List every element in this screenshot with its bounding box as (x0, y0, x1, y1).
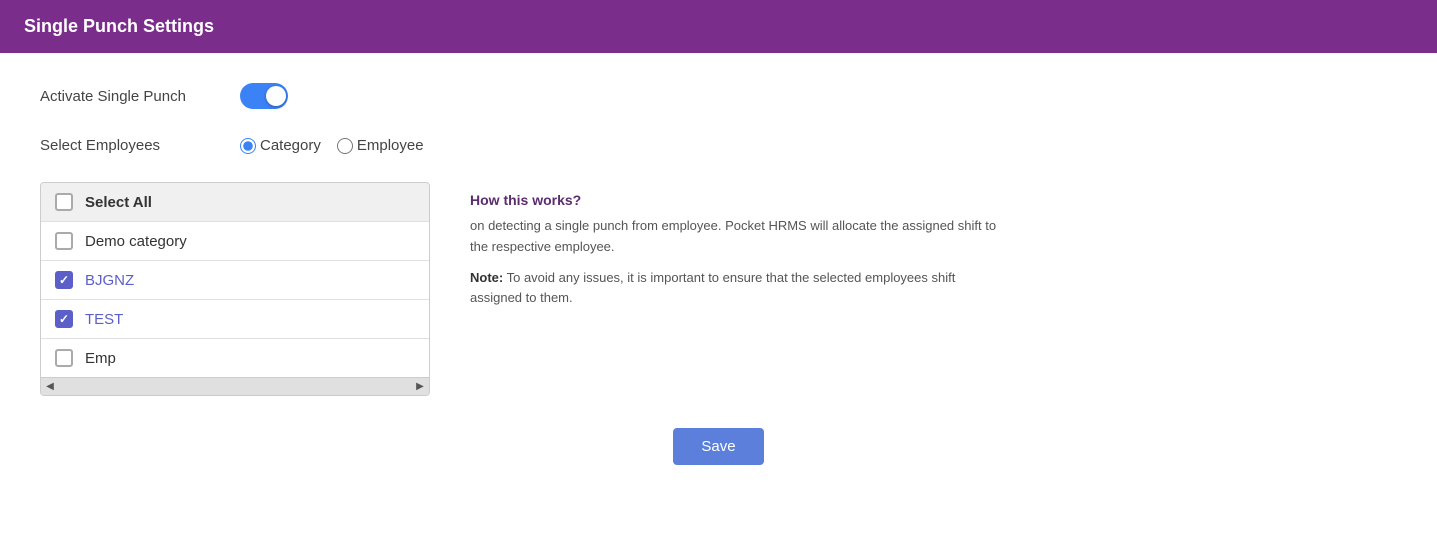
info-panel-note: Note: To avoid any issues, it is importa… (470, 268, 1010, 310)
list-item-bjgnz[interactable]: BJGNZ (41, 261, 429, 300)
save-area: Save (40, 428, 1397, 465)
save-button[interactable]: Save (673, 428, 763, 465)
category-list-container: Select All Demo category BJGNZ (40, 182, 430, 396)
list-item-emp[interactable]: Emp (41, 339, 429, 377)
radio-employee-option[interactable]: Employee (337, 137, 424, 154)
h-scroll-track (59, 378, 411, 395)
select-employees-label: Select Employees (40, 137, 240, 154)
scroll-right-arrow[interactable]: ▶ (411, 378, 429, 396)
activate-single-punch-label: Activate Single Punch (40, 88, 240, 105)
checkbox-demo-category[interactable] (55, 232, 73, 250)
note-text: To avoid any issues, it is important to … (470, 270, 955, 306)
radio-employee-input[interactable] (337, 138, 353, 154)
list-section: Select All Demo category BJGNZ (40, 182, 1397, 396)
activate-single-punch-row: Activate Single Punch (40, 83, 1397, 109)
checkbox-test[interactable] (55, 310, 73, 328)
select-employees-row: Select Employees Category Employee (40, 137, 1397, 154)
info-panel-title: How this works? (470, 192, 1010, 208)
demo-category-label: Demo category (85, 233, 187, 250)
header: Single Punch Settings (0, 0, 1437, 53)
checkbox-select-all[interactable] (55, 193, 73, 211)
list-item-test[interactable]: TEST (41, 300, 429, 339)
list-scroll-area[interactable]: Select All Demo category BJGNZ (41, 183, 429, 377)
radio-category-option[interactable]: Category (240, 137, 321, 154)
activate-toggle[interactable] (240, 83, 288, 109)
checkbox-bjgnz[interactable] (55, 271, 73, 289)
radio-group: Category Employee (240, 137, 424, 154)
radio-employee-label: Employee (357, 137, 424, 154)
test-label: TEST (85, 311, 123, 328)
radio-category-input[interactable] (240, 138, 256, 154)
list-item-select-all[interactable]: Select All (41, 183, 429, 222)
content-area: Activate Single Punch Select Employees C… (0, 53, 1437, 495)
horizontal-scrollbar: ◀ ▶ (41, 377, 429, 395)
bjgnz-label: BJGNZ (85, 272, 134, 289)
emp-label: Emp (85, 350, 116, 367)
info-panel-text: on detecting a single punch from employe… (470, 216, 1010, 258)
page-container: Single Punch Settings Activate Single Pu… (0, 0, 1437, 538)
select-all-label: Select All (85, 194, 152, 211)
list-item-demo-category[interactable]: Demo category (41, 222, 429, 261)
note-label: Note: (470, 270, 503, 285)
radio-category-label: Category (260, 137, 321, 154)
toggle-slider (240, 83, 288, 109)
page-title: Single Punch Settings (24, 16, 214, 36)
checkbox-emp[interactable] (55, 349, 73, 367)
scroll-left-arrow[interactable]: ◀ (41, 378, 59, 396)
info-panel: How this works? on detecting a single pu… (470, 182, 1010, 309)
